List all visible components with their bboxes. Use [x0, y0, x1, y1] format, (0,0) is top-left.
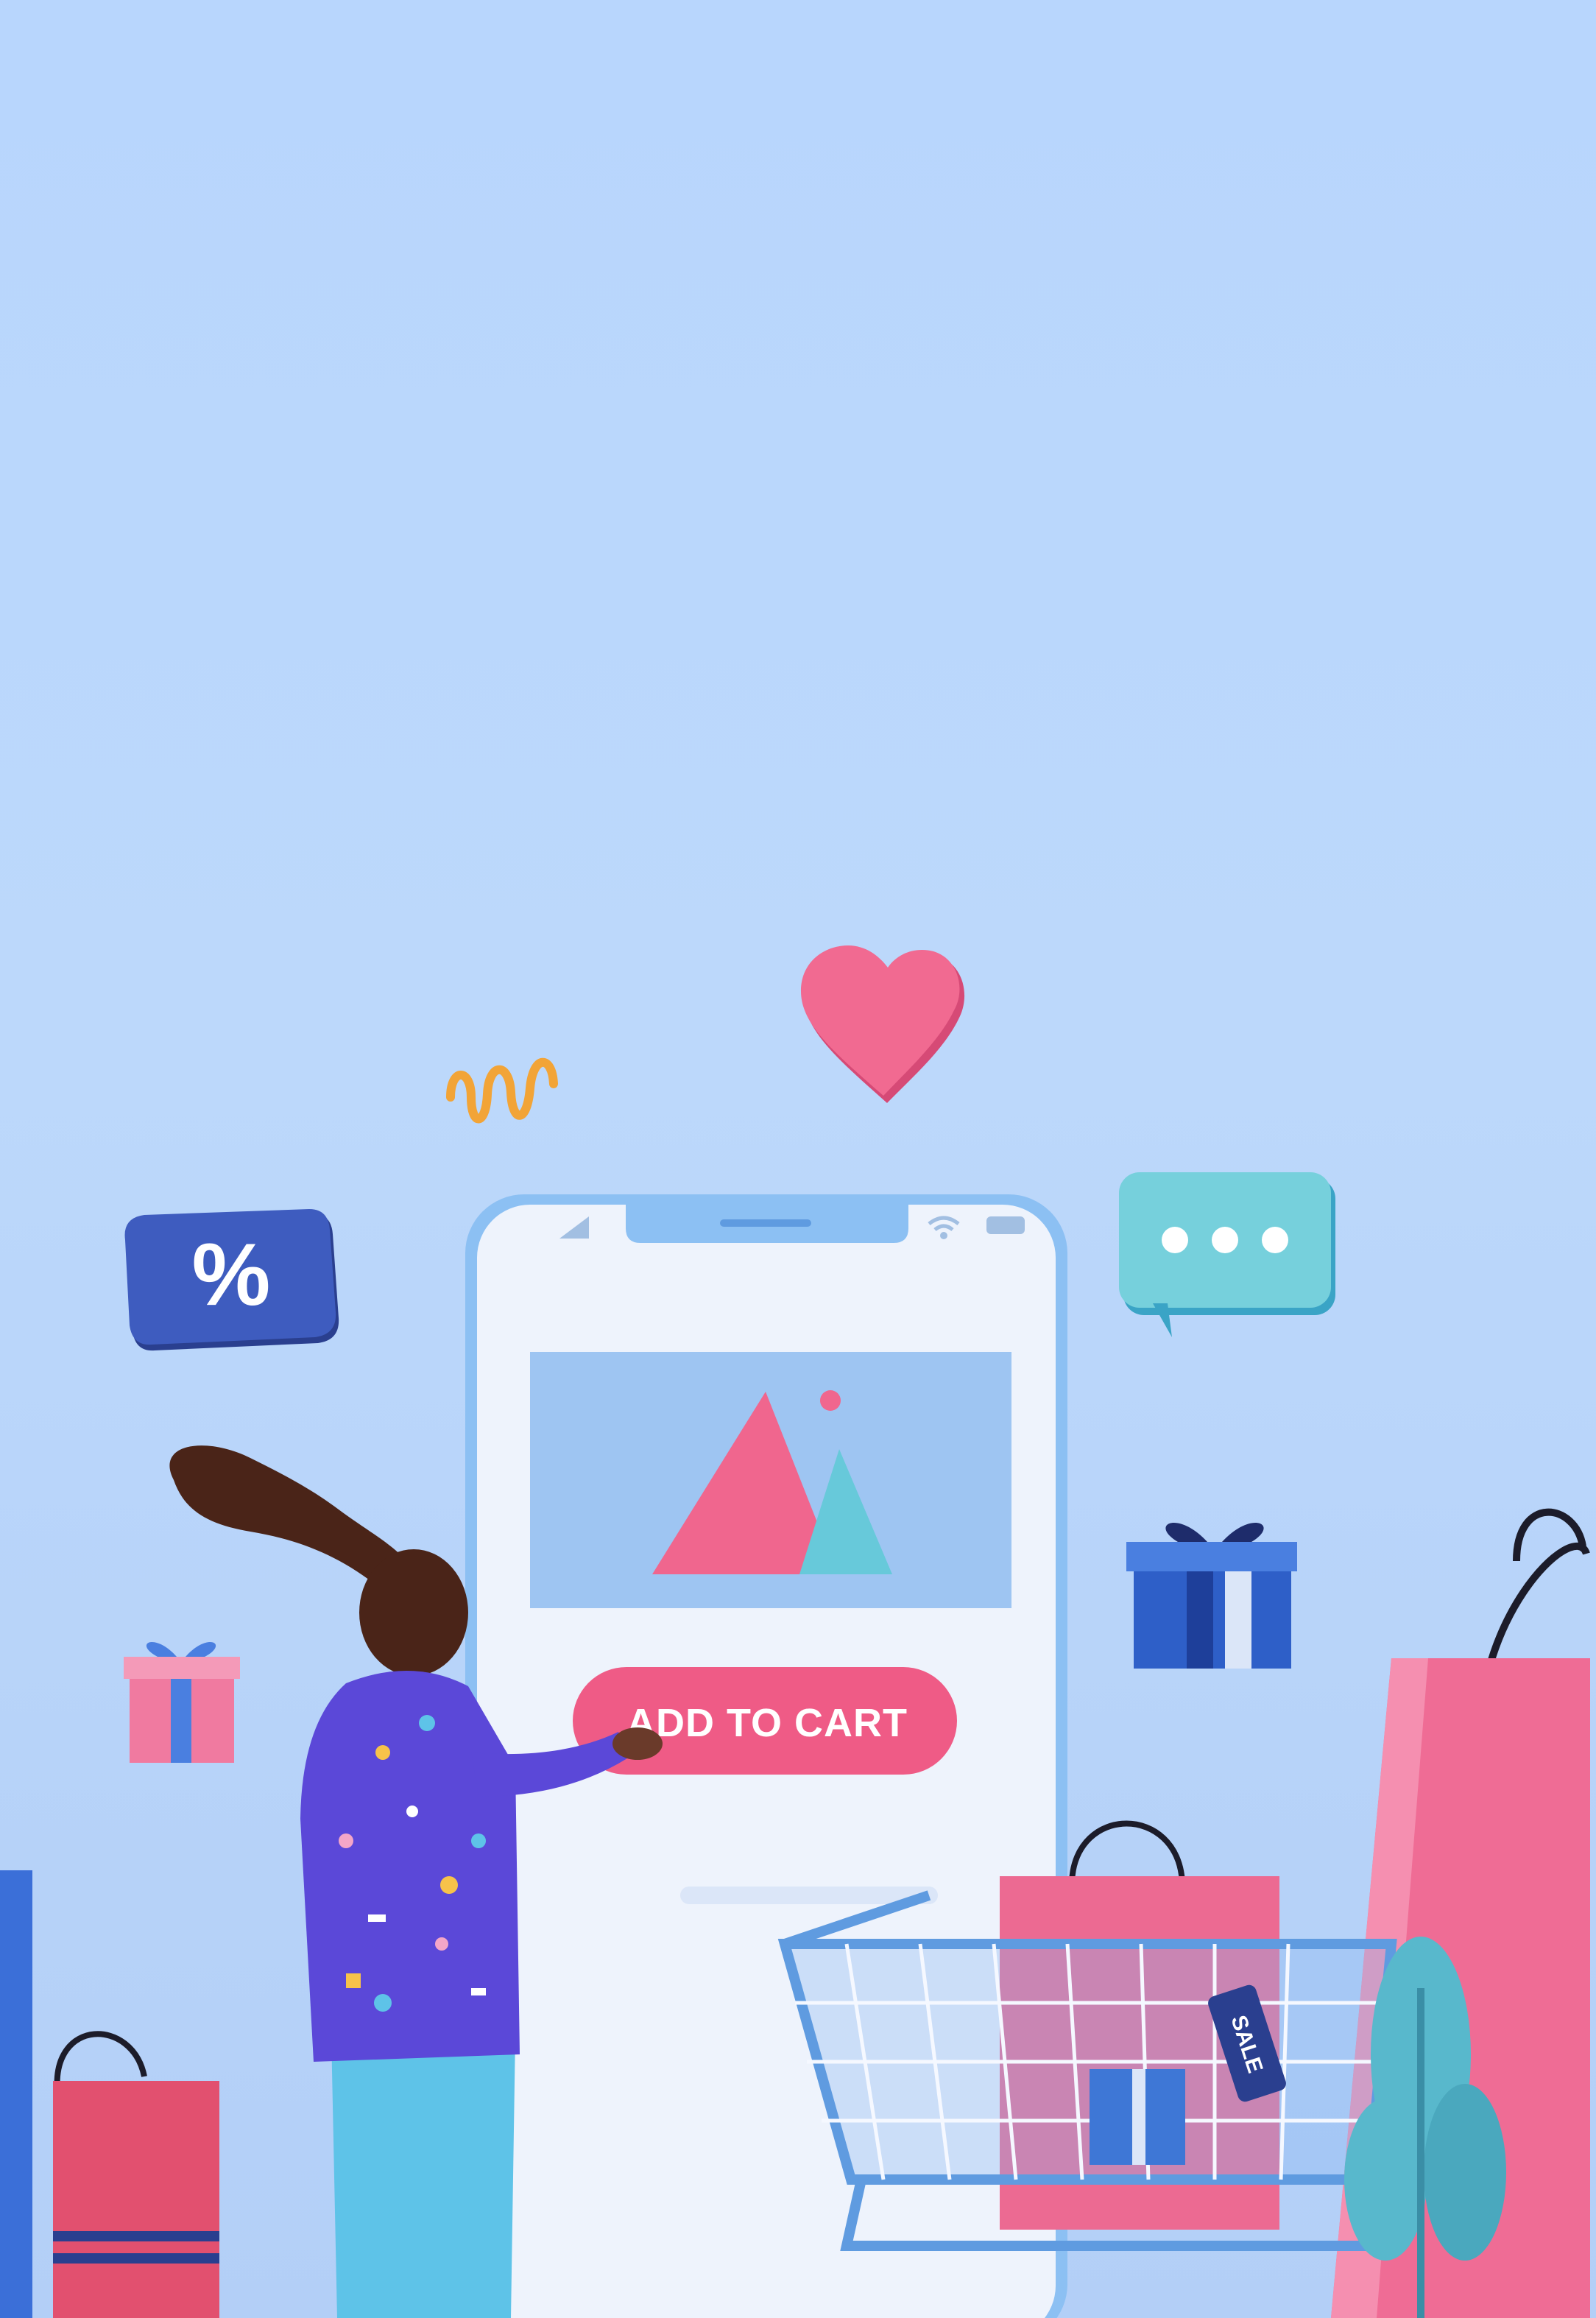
product-image-placeholder	[530, 1352, 1011, 1608]
heart-icon	[801, 945, 965, 1103]
gift-icon	[1126, 1522, 1297, 1669]
gift-icon	[124, 1642, 240, 1763]
phone-speaker	[720, 1219, 811, 1227]
add-to-cart-label: ADD TO CART	[626, 1701, 908, 1745]
shopping-bag-left	[0, 1870, 219, 2318]
illustration-canvas: ADD TO CART % SALE	[0, 945, 1590, 2318]
spring-icon	[446, 1057, 558, 1124]
percent-badge-icon: %	[124, 1209, 339, 1351]
chat-bubble-icon	[1119, 1172, 1335, 1337]
battery-icon	[986, 1216, 1025, 1234]
percent-symbol: %	[192, 1225, 271, 1324]
shopping-illustration-scene: ADD TO CART % SALE	[0, 0, 1596, 2318]
